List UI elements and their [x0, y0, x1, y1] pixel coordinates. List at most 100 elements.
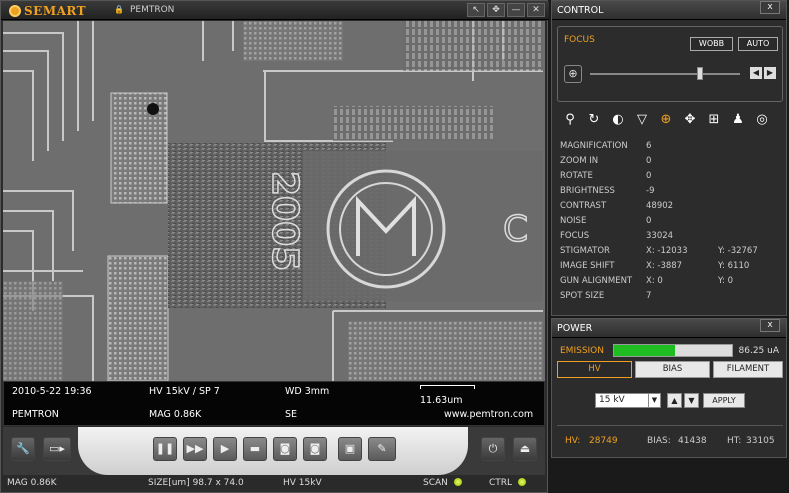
focus-label: FOCUS	[564, 35, 595, 45]
sem-image[interactable]: C 2005	[3, 21, 545, 381]
status-size: SIZE[um] 98.7 x 74.0	[148, 478, 244, 488]
auto-button[interactable]: AUTO	[738, 37, 778, 51]
sun-logo-icon	[9, 5, 21, 17]
eject-icon[interactable]: ⏏	[513, 437, 537, 461]
close-icon[interactable]: ✕	[527, 3, 545, 17]
voltage-select[interactable]: 15 kV ▼	[595, 393, 661, 408]
param-label: CONTRAST	[560, 201, 607, 211]
param-label: SPOT SIZE	[560, 291, 605, 301]
param-label: STIGMATOR	[560, 246, 610, 256]
ht-label: HT:	[727, 436, 742, 446]
focus-slider[interactable]	[590, 67, 740, 80]
ht-value: 33105	[746, 436, 775, 446]
status-hv: HV 15kV	[283, 478, 322, 488]
fast-forward-icon[interactable]: ▶▶	[183, 437, 207, 461]
param-row: CONTRAST 48902	[552, 199, 786, 214]
power-close-button[interactable]: x	[760, 319, 780, 332]
hv-value: 28749	[589, 436, 618, 446]
scale-label: 11.63um	[420, 395, 463, 406]
grid-icon[interactable]: ⊞	[705, 111, 723, 129]
param-label: FOCUS	[560, 231, 590, 241]
pin-icon[interactable]: ↖	[467, 3, 485, 17]
website-label: www.pemtron.com	[444, 409, 534, 420]
scan-led-icon	[453, 478, 462, 486]
control-tool-icons: ⚲ ↻ ◐ ▽ ⊕ ✥ ⊞ ♟ ◎	[557, 109, 783, 131]
zoom-icon[interactable]: ⚲	[561, 111, 579, 129]
power-icon[interactable]: ⏻	[481, 437, 505, 461]
viewer-titlebar: SEMART 🔒 PEMTRON ↖ ✥ — ✕	[1, 1, 549, 20]
minimize-icon[interactable]: —	[507, 3, 525, 17]
tab-filament[interactable]: FILAMENT	[713, 361, 783, 378]
power-status: HV: 28749 BIAS: 41438 HT: 33105	[557, 425, 783, 455]
focus-right-button[interactable]: ▶	[764, 67, 776, 79]
param-label: GUN ALIGNMENT	[560, 276, 633, 286]
control-toolbar: 🔧 ▭▸ ❚❚ ▶▶ ▶ ▬ ◙ ◙ ▣ ✎ ⏻ ⏏	[3, 427, 545, 475]
param-value: 7	[646, 291, 652, 301]
focus-slider-thumb[interactable]	[696, 67, 703, 80]
param-label: IMAGE SHIFT	[560, 261, 615, 271]
bias-label: BIAS:	[647, 436, 671, 446]
stop-icon[interactable]: ▬	[243, 437, 267, 461]
control-close-button[interactable]: x	[760, 1, 780, 14]
svg-text:2005: 2005	[264, 171, 305, 271]
param-row: BRIGHTNESS -9	[552, 184, 786, 199]
param-row: STIGMATOR X: -12033 Y: -32767	[552, 244, 786, 259]
hv-sp-label: HV 15kV / SP 7	[149, 386, 220, 397]
wrench-icon[interactable]: 🔧	[11, 437, 35, 461]
pause-icon[interactable]: ❚❚	[153, 437, 177, 461]
param-value-y: Y: 0	[718, 276, 734, 286]
voltage-up-button[interactable]: ▲	[667, 393, 682, 408]
param-label: MAGNIFICATION	[560, 141, 628, 151]
voltage-value: 15 kV	[599, 395, 625, 405]
move-icon[interactable]: ✥	[681, 111, 699, 129]
apply-button[interactable]: APPLY	[703, 393, 745, 408]
play-icon[interactable]: ▶	[213, 437, 237, 461]
tab-bias[interactable]: BIAS	[635, 361, 710, 378]
param-label: ROTATE	[560, 171, 593, 181]
crosshair-icon[interactable]: ⊕	[564, 65, 582, 83]
power-header: POWER x	[552, 319, 786, 338]
tab-hv[interactable]: HV	[557, 361, 632, 378]
sem-micrograph: C 2005	[3, 21, 545, 381]
lock-icon: 🔒	[114, 5, 124, 14]
param-value: 48902	[646, 201, 674, 211]
company-label: PEMTRON	[12, 409, 59, 420]
param-value: X: -3887	[646, 261, 683, 271]
param-value: 33024	[646, 231, 674, 241]
brightness-icon[interactable]: ◐	[609, 111, 627, 129]
emission-bar	[613, 344, 733, 357]
fullscreen-icon[interactable]: ✥	[487, 3, 505, 17]
target-icon[interactable]: ◎	[753, 111, 771, 129]
scan-label: SCAN	[423, 478, 448, 488]
focus-left-button[interactable]: ◀	[750, 67, 762, 79]
param-row: MAGNIFICATION 6	[552, 139, 786, 154]
voltage-down-button[interactable]: ▼	[684, 393, 699, 408]
param-row: ZOOM IN 0	[552, 154, 786, 169]
wobb-button[interactable]: WOBB	[690, 37, 733, 51]
brand-name: SEMART	[24, 4, 87, 18]
filter-icon[interactable]: ▽	[633, 111, 651, 129]
wd-label: WD 3mm	[285, 386, 330, 397]
param-value: 0	[646, 156, 652, 166]
comment-icon[interactable]: ✎	[368, 437, 396, 461]
power-title: POWER	[557, 323, 593, 334]
param-value: -9	[646, 186, 655, 196]
status-bar: MAG 0.86K SIZE[um] 98.7 x 74.0 HV 15kV S…	[3, 475, 545, 492]
detector-label: SE	[285, 409, 298, 420]
save-icon[interactable]: ▣	[338, 437, 362, 461]
hv-label: HV:	[565, 436, 581, 446]
param-value-y: Y: 6110	[718, 261, 750, 271]
subtitle-text: PEMTRON	[129, 5, 175, 15]
brand-logo: SEMART	[9, 4, 86, 18]
control-title: CONTROL	[557, 5, 604, 16]
param-row: NOISE 0	[552, 214, 786, 229]
param-value: X: -12033	[646, 246, 688, 256]
window-subtitle: 🔒 PEMTRON	[114, 5, 174, 15]
photo-icon[interactable]: ◙	[273, 437, 297, 461]
param-value: 0	[646, 171, 652, 181]
rotate-icon[interactable]: ↻	[585, 111, 603, 129]
focus-target-icon[interactable]: ⊕	[657, 111, 675, 129]
camera-switch-icon[interactable]: ▭▸	[43, 437, 71, 461]
stage-icon[interactable]: ♟	[729, 111, 747, 129]
photo-alt-icon[interactable]: ◙	[303, 437, 327, 461]
